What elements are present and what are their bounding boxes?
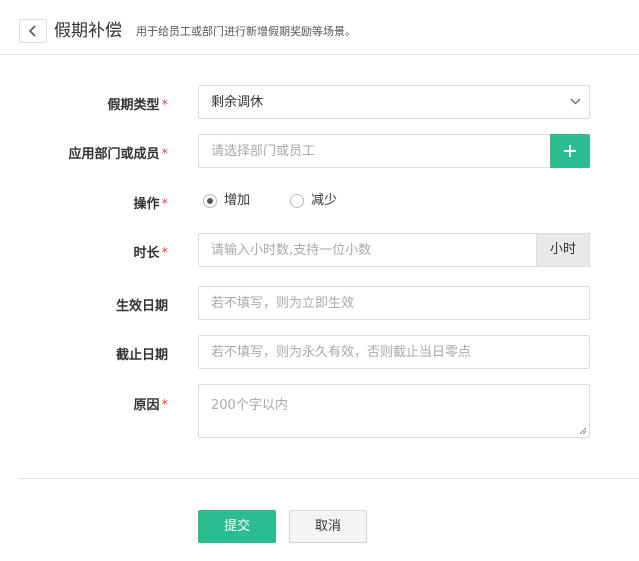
expiry-date-input[interactable]: 若不填写，则为永久有效，否则截止当日零点 xyxy=(198,335,590,369)
members-placeholder: 请选择部门或员工 xyxy=(211,144,316,159)
duration-placeholder: 请输入小时数,支持一位小数 xyxy=(211,243,372,258)
effective-date-label: 生效日期 xyxy=(115,299,168,314)
back-button[interactable] xyxy=(19,19,47,43)
add-member-button[interactable] xyxy=(550,134,590,168)
radio-selected-dot xyxy=(207,198,213,204)
form-divider xyxy=(18,478,639,479)
leave-type-select[interactable]: 剩余调休 xyxy=(198,85,590,119)
effective-date-placeholder: 若不填写，则为立即生效 xyxy=(211,296,355,311)
effective-date-input[interactable]: 若不填写，则为立即生效 xyxy=(198,286,590,320)
members-label: 应用部门或成员 * xyxy=(68,147,168,162)
reason-placeholder: 200个字以内 xyxy=(211,398,288,413)
leave-type-value: 剩余调休 xyxy=(211,95,264,110)
cancel-button[interactable]: 取消 xyxy=(289,510,367,543)
chevron-down-icon xyxy=(570,98,581,105)
page-title: 假期补偿 xyxy=(54,21,122,41)
leave-type-label: 假期类型 * xyxy=(107,98,168,113)
members-picker[interactable]: 请选择部门或员工 xyxy=(198,134,590,168)
submit-button[interactable]: 提交 xyxy=(198,510,276,543)
page-description: 用于给员工或部门进行新增假期奖励等场景。 xyxy=(136,25,356,38)
reason-label: 原因 * xyxy=(133,398,168,413)
expiry-date-placeholder: 若不填写，则为永久有效，否则截止当日零点 xyxy=(211,345,472,360)
duration-label: 时长 * xyxy=(133,246,168,261)
page-header: 假期补偿 用于给员工或部门进行新增假期奖励等场景。 xyxy=(0,0,639,55)
plus-icon xyxy=(564,145,576,157)
expiry-date-label: 截止日期 xyxy=(115,348,168,363)
chevron-left-icon xyxy=(28,25,36,37)
resize-handle-icon[interactable] xyxy=(579,427,587,435)
operation-label: 操作 * xyxy=(133,197,168,212)
duration-input[interactable]: 请输入小时数,支持一位小数 小时 xyxy=(198,233,590,267)
duration-unit-addon: 小时 xyxy=(536,233,590,267)
reason-textarea[interactable]: 200个字以内 xyxy=(198,384,590,438)
